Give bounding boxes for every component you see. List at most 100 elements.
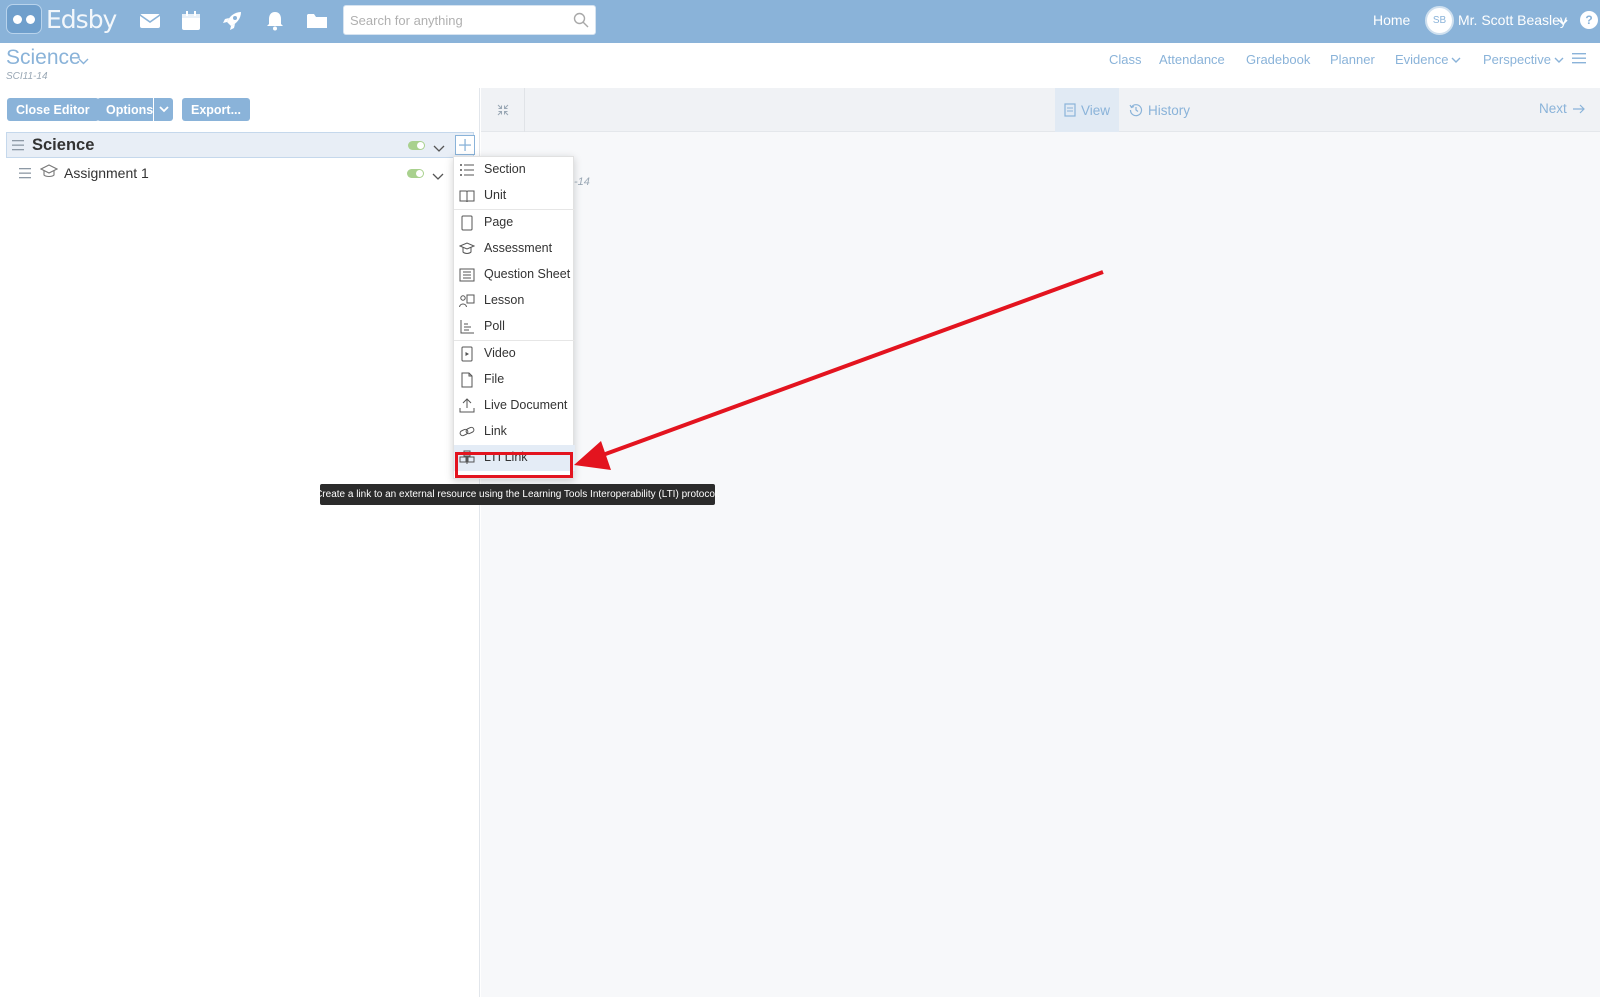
add-item-button[interactable]	[455, 135, 475, 155]
chevron-down-icon	[158, 106, 169, 113]
menu-item-lesson[interactable]: Lesson	[454, 288, 575, 314]
poll-icon	[460, 320, 474, 334]
link-icon	[459, 426, 475, 437]
question-sheet-icon	[459, 268, 475, 282]
menu-item-label: Assessment	[484, 241, 553, 255]
hamburger-menu-icon[interactable]	[1572, 52, 1586, 67]
next-link[interactable]: Next	[1539, 101, 1585, 116]
menu-item-question-sheet[interactable]: Question Sheet	[454, 262, 575, 288]
collapse-icon	[497, 104, 508, 116]
close-editor-button[interactable]: Close Editor	[7, 98, 99, 121]
user-name-menu[interactable]: Mr. Scott Beasley	[1458, 12, 1567, 28]
content-panel: View History Next -14	[481, 88, 1600, 997]
options-dropdown-button[interactable]	[153, 98, 173, 121]
page-icon	[461, 215, 473, 231]
menu-item-label: Question Sheet	[484, 267, 571, 281]
top-bar: Edsby Home SB Mr. Scott Beasley ?	[0, 0, 1600, 43]
menu-item-label: Page	[484, 215, 514, 229]
list-icon	[460, 164, 474, 176]
menu-item-label: File	[484, 372, 505, 386]
content-class-code: -14	[574, 176, 590, 188]
folder-icon[interactable]	[304, 8, 330, 34]
menu-item-link[interactable]: Link	[454, 419, 575, 445]
menu-item-section[interactable]: Section	[454, 157, 575, 183]
menu-item-unit[interactable]: Unit	[454, 183, 575, 209]
lesson-icon	[459, 294, 475, 308]
chevron-down-icon[interactable]	[432, 169, 444, 184]
search-box[interactable]	[343, 5, 596, 35]
tab-attendance[interactable]: Attendance	[1159, 52, 1225, 67]
history-icon	[1129, 104, 1143, 117]
menu-item-label: Live Document	[484, 398, 568, 412]
menu-item-live-document[interactable]: Live Document	[454, 393, 575, 419]
editor-panel: Close Editor Options Export...	[0, 88, 480, 997]
tab-evidence[interactable]: Evidence	[1395, 52, 1461, 67]
class-code: SCI11-14	[6, 71, 48, 82]
tab-perspective-label: Perspective	[1483, 52, 1551, 67]
history-tab[interactable]: History	[1129, 88, 1190, 132]
bell-icon[interactable]	[262, 8, 288, 34]
document-icon	[1064, 103, 1076, 117]
tree-item-row[interactable]: Assignment 1	[6, 160, 474, 186]
menu-item-assessment[interactable]: Assessment	[454, 236, 575, 262]
logo-text: Edsby	[46, 4, 117, 34]
history-tab-label: History	[1148, 102, 1191, 118]
arrow-right-icon	[1572, 104, 1585, 113]
menu-item-poll[interactable]: Poll	[454, 314, 575, 340]
menu-item-label: Video	[484, 346, 516, 360]
view-tab[interactable]: View	[1055, 88, 1119, 132]
mail-icon[interactable]	[137, 8, 163, 34]
tab-perspective[interactable]: Perspective	[1483, 52, 1564, 67]
book-icon	[459, 190, 475, 203]
visibility-toggle[interactable]	[407, 169, 424, 178]
menu-item-label: Poll	[484, 319, 505, 333]
graduation-cap-icon	[39, 164, 59, 182]
rocket-icon[interactable]	[219, 8, 245, 34]
menu-item-label: Unit	[484, 188, 507, 202]
view-tab-label: View	[1080, 102, 1111, 118]
menu-item-label: Section	[484, 162, 526, 176]
file-icon	[461, 372, 473, 388]
menu-item-video[interactable]: Video	[454, 341, 575, 367]
tab-class[interactable]: Class	[1109, 52, 1142, 67]
plus-icon	[459, 139, 471, 151]
add-item-menu: Section Unit Page Assessment Question Sh…	[453, 156, 575, 479]
tab-planner[interactable]: Planner	[1330, 52, 1375, 67]
class-title[interactable]: Science	[6, 46, 81, 70]
next-label: Next	[1539, 101, 1567, 116]
chevron-down-icon[interactable]	[78, 53, 89, 68]
graduation-cap-icon	[459, 242, 475, 254]
collapse-button[interactable]	[481, 88, 525, 132]
video-icon	[461, 346, 473, 362]
tree-root-title: Science	[32, 136, 95, 154]
annotation-highlight-box	[455, 452, 573, 478]
export-button[interactable]: Export...	[182, 98, 251, 121]
menu-item-file[interactable]: File	[454, 367, 575, 393]
calendar-icon[interactable]	[178, 8, 204, 34]
chevron-down-icon[interactable]	[1558, 14, 1568, 29]
chevron-down-icon[interactable]	[433, 141, 445, 156]
tooltip: Create a link to an external resource us…	[315, 484, 720, 505]
tab-evidence-label: Evidence	[1395, 52, 1449, 67]
menu-item-page[interactable]: Page	[454, 210, 575, 236]
options-button[interactable]: Options	[97, 98, 154, 121]
upload-icon	[459, 398, 475, 413]
search-icon[interactable]	[573, 12, 589, 31]
visibility-toggle[interactable]	[408, 141, 425, 150]
chevron-down-icon	[1554, 57, 1564, 64]
avatar[interactable]: SB	[1425, 6, 1454, 35]
help-icon[interactable]: ?	[1580, 11, 1598, 29]
home-link[interactable]: Home	[1373, 12, 1410, 28]
tree-item-title: Assignment 1	[64, 165, 149, 181]
search-input[interactable]	[344, 6, 564, 34]
menu-item-label: Link	[484, 424, 507, 438]
chevron-down-icon	[1451, 57, 1461, 64]
logo-mark-icon	[6, 4, 42, 34]
menu-item-label: Lesson	[484, 293, 525, 307]
tree-root-row[interactable]: Science	[6, 132, 475, 158]
drag-handle-icon[interactable]	[19, 167, 31, 182]
edsby-logo[interactable]: Edsby	[6, 4, 117, 34]
drag-handle-icon[interactable]	[12, 139, 24, 154]
tab-gradebook[interactable]: Gradebook	[1246, 52, 1310, 67]
content-toolbar: View History Next	[481, 88, 1600, 132]
